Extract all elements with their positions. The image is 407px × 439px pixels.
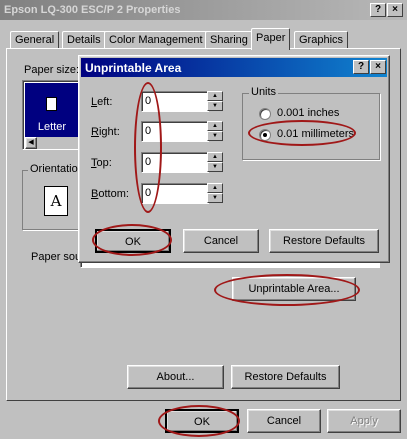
close-icon: × xyxy=(392,4,398,15)
help-icon: ? xyxy=(374,4,382,15)
ok-button[interactable]: OK xyxy=(165,409,239,433)
restore-defaults-button[interactable]: Restore Defaults xyxy=(231,365,340,389)
paper-icon xyxy=(46,97,57,111)
unprintable-area-button[interactable]: Unprintable Area... xyxy=(232,277,356,301)
button-label: Restore Defaults xyxy=(244,371,327,383)
left-input[interactable]: 0 xyxy=(141,91,209,112)
paper-size-list[interactable]: Letter ◀ xyxy=(22,80,82,150)
radio-millimeters[interactable] xyxy=(259,129,271,141)
spin-up-icon[interactable]: ▲ xyxy=(207,121,223,131)
spin-up-icon[interactable]: ▲ xyxy=(207,91,223,101)
portrait-page-icon: A xyxy=(44,186,68,216)
left-value: 0 xyxy=(145,95,152,107)
dialog-close-button[interactable]: × xyxy=(370,60,386,74)
right-label: Right: xyxy=(91,126,120,138)
close-button[interactable]: × xyxy=(387,3,403,17)
top-input[interactable]: 0 xyxy=(141,152,209,173)
radio-label: 0.01 millimeters xyxy=(277,128,355,140)
units-label: Units xyxy=(249,86,279,98)
tab-label: Paper xyxy=(256,32,286,44)
tab-details[interactable]: Details xyxy=(62,31,106,49)
dialog-help-button[interactable]: ? xyxy=(353,60,369,74)
apply-button[interactable]: Apply xyxy=(327,409,401,433)
bottom-value: 0 xyxy=(145,187,152,199)
cancel-button[interactable]: Cancel xyxy=(247,409,321,433)
about-button[interactable]: About... xyxy=(127,365,224,389)
button-label: OK xyxy=(194,416,210,428)
button-label: Restore Defaults xyxy=(283,235,365,247)
dialog-cancel-button[interactable]: Cancel xyxy=(183,229,259,253)
top-spinner[interactable]: ▲ ▼ xyxy=(207,152,223,172)
window-title: Epson LQ-300 ESC/P 2 Properties xyxy=(4,4,181,16)
orientation-icon-letter: A xyxy=(50,192,62,210)
button-label: Cancel xyxy=(266,415,302,427)
scroll-left-icon[interactable]: ◀ xyxy=(25,137,37,149)
top-label: Top: xyxy=(91,157,112,169)
radio-selected-dot xyxy=(263,133,267,137)
right-spinner[interactable]: ▲ ▼ xyxy=(207,121,223,141)
orientation-label: Orientatio xyxy=(28,163,80,175)
button-label: Unprintable Area... xyxy=(248,283,340,295)
tab-label: General xyxy=(15,34,55,46)
paper-list-scrollbar[interactable]: ◀ xyxy=(25,137,79,149)
button-label: Cancel xyxy=(203,235,239,247)
bottom-input[interactable]: 0 xyxy=(141,183,209,204)
tab-general[interactable]: General xyxy=(10,31,60,49)
radio-inches[interactable] xyxy=(259,108,271,120)
button-label: OK xyxy=(125,236,141,248)
paper-item-label: Letter xyxy=(37,121,67,133)
dialog-ok-button[interactable]: OK xyxy=(95,229,171,253)
bottom-spinner[interactable]: ▲ ▼ xyxy=(207,183,223,203)
paper-item-letter[interactable]: Letter xyxy=(25,83,79,137)
right-input[interactable]: 0 xyxy=(141,121,209,142)
right-value: 0 xyxy=(145,125,152,137)
tab-label: Details xyxy=(67,34,101,46)
tab-color-management[interactable]: Color Management xyxy=(104,31,208,49)
button-label: About... xyxy=(156,371,195,383)
left-spinner[interactable]: ▲ ▼ xyxy=(207,91,223,111)
spin-down-icon[interactable]: ▼ xyxy=(207,101,223,111)
paper-size-label: Paper size: xyxy=(24,64,80,76)
dialog-title-bar[interactable]: Unprintable Area xyxy=(81,58,387,77)
spin-down-icon[interactable]: ▼ xyxy=(207,131,223,141)
spin-down-icon[interactable]: ▼ xyxy=(207,193,223,203)
tab-label: Sharing xyxy=(210,34,248,46)
spin-down-icon[interactable]: ▼ xyxy=(207,162,223,172)
tab-sharing[interactable]: Sharing xyxy=(205,31,253,49)
dialog-title: Unprintable Area xyxy=(85,61,182,75)
spin-up-icon[interactable]: ▲ xyxy=(207,152,223,162)
dialog-restore-defaults-button[interactable]: Restore Defaults xyxy=(269,229,379,253)
help-button[interactable]: ? xyxy=(370,3,386,17)
help-icon: ? xyxy=(357,61,365,72)
tab-label: Graphics xyxy=(299,34,344,46)
tab-label: Color Management xyxy=(109,34,203,46)
tab-graphics[interactable]: Graphics xyxy=(294,31,349,49)
bottom-label: Bottom: xyxy=(91,188,129,200)
top-value: 0 xyxy=(145,156,152,168)
left-label: Left: xyxy=(91,96,113,108)
tab-paper[interactable]: Paper xyxy=(251,28,291,50)
paper-source-label: Paper sou xyxy=(31,251,82,263)
spin-up-icon[interactable]: ▲ xyxy=(207,183,223,193)
radio-label: 0.001 inches xyxy=(277,107,340,119)
close-icon: × xyxy=(375,61,381,72)
window-title-bar[interactable]: Epson LQ-300 ESC/P 2 Properties xyxy=(0,0,407,20)
unprintable-area-dialog: Unprintable Area ? × Left: 0 ▲ ▼ Right: 0… xyxy=(78,55,390,263)
button-label: Apply xyxy=(350,415,378,427)
units-group xyxy=(242,93,380,160)
